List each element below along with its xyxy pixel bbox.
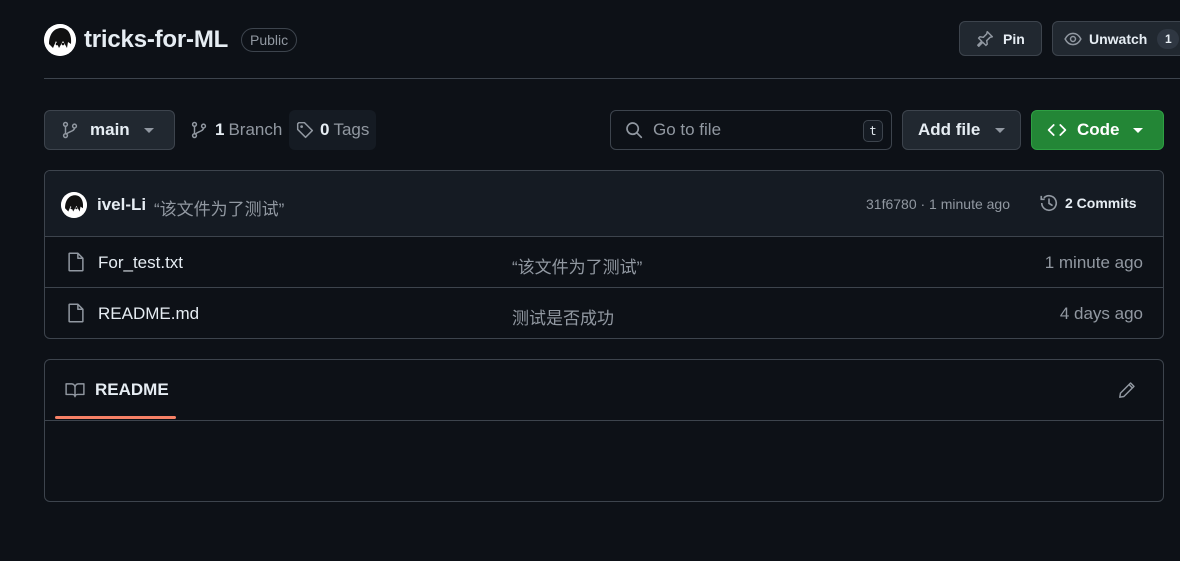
add-file-button[interactable]: Add file <box>902 110 1021 150</box>
branches-link[interactable]: 1 Branch <box>190 110 282 150</box>
chevron-down-icon <box>995 128 1005 133</box>
unwatch-button[interactable]: Unwatch 1 <box>1052 21 1180 56</box>
commit-author-avatar[interactable] <box>61 192 87 218</box>
chevron-down-icon <box>144 128 154 133</box>
repo-name-link[interactable]: tricks-for-ML <box>84 26 228 54</box>
pin-label: Pin <box>1003 30 1025 47</box>
file-icon <box>67 303 85 323</box>
tags-link[interactable]: 0 Tags <box>289 110 376 150</box>
tag-label: Tags <box>333 120 370 139</box>
file-commit-message[interactable]: “该文件为了测试” <box>512 253 642 278</box>
branch-label: Branch <box>228 120 283 139</box>
file-name-link[interactable]: README.md <box>98 304 199 324</box>
commit-author-link[interactable]: ivel-Li <box>97 195 146 215</box>
code-button[interactable]: Code <box>1031 110 1164 150</box>
eye-icon <box>1064 30 1082 48</box>
active-tab-indicator <box>55 416 176 419</box>
header-divider <box>44 78 1180 79</box>
code-icon <box>1047 121 1067 139</box>
commit-hash-time[interactable]: 31f6780 · 1 minute ago <box>866 196 1010 212</box>
file-browser: ivel-Li “该文件为了测试” 31f6780 · 1 minute ago… <box>44 170 1164 339</box>
tag-icon <box>296 121 314 139</box>
latest-commit-bar: ivel-Li “该文件为了测试” 31f6780 · 1 minute ago… <box>45 171 1163 237</box>
book-icon <box>65 381 85 399</box>
go-to-file-search[interactable]: t <box>610 110 892 150</box>
chevron-down-icon <box>1133 128 1143 133</box>
commits-history-link[interactable]: 2 Commits <box>1039 193 1137 213</box>
add-file-label: Add file <box>918 120 981 139</box>
pencil-icon[interactable] <box>1118 381 1136 399</box>
commits-count: 2 Commits <box>1065 195 1137 211</box>
readme-tab-label: README <box>95 380 169 399</box>
unwatch-label: Unwatch <box>1089 30 1148 47</box>
file-commit-time: 4 days ago <box>1059 304 1143 323</box>
code-label: Code <box>1077 120 1120 139</box>
file-name-link[interactable]: For_test.txt <box>98 253 183 273</box>
file-row[interactable]: README.md 测试是否成功 4 days ago <box>45 288 1163 338</box>
readme-tab[interactable]: README <box>65 380 169 400</box>
tag-count: 0 <box>320 120 330 139</box>
file-row[interactable]: For_test.txt “该文件为了测试” 1 minute ago <box>45 237 1163 288</box>
visibility-badge: Public <box>241 28 298 52</box>
git-branch-icon <box>61 121 79 139</box>
file-commit-message[interactable]: 测试是否成功 <box>512 304 614 329</box>
commit-message-link[interactable]: “该文件为了测试” <box>154 195 284 220</box>
readme-divider <box>45 420 1163 421</box>
search-input[interactable] <box>653 120 843 140</box>
branch-count: 1 <box>215 120 225 139</box>
readme-panel: README <box>44 359 1164 502</box>
branch-selector[interactable]: main <box>44 110 175 150</box>
file-icon <box>67 252 85 272</box>
file-commit-time: 1 minute ago <box>1044 253 1143 272</box>
history-icon <box>1039 193 1059 213</box>
watch-count: 1 <box>1157 28 1180 49</box>
git-branch-icon <box>190 121 208 139</box>
search-shortcut-key: t <box>863 120 883 142</box>
branch-name: main <box>90 120 130 139</box>
pin-icon <box>976 30 994 48</box>
search-icon <box>625 121 643 139</box>
repo-owner-avatar[interactable] <box>44 24 76 56</box>
pin-button[interactable]: Pin <box>959 21 1042 56</box>
